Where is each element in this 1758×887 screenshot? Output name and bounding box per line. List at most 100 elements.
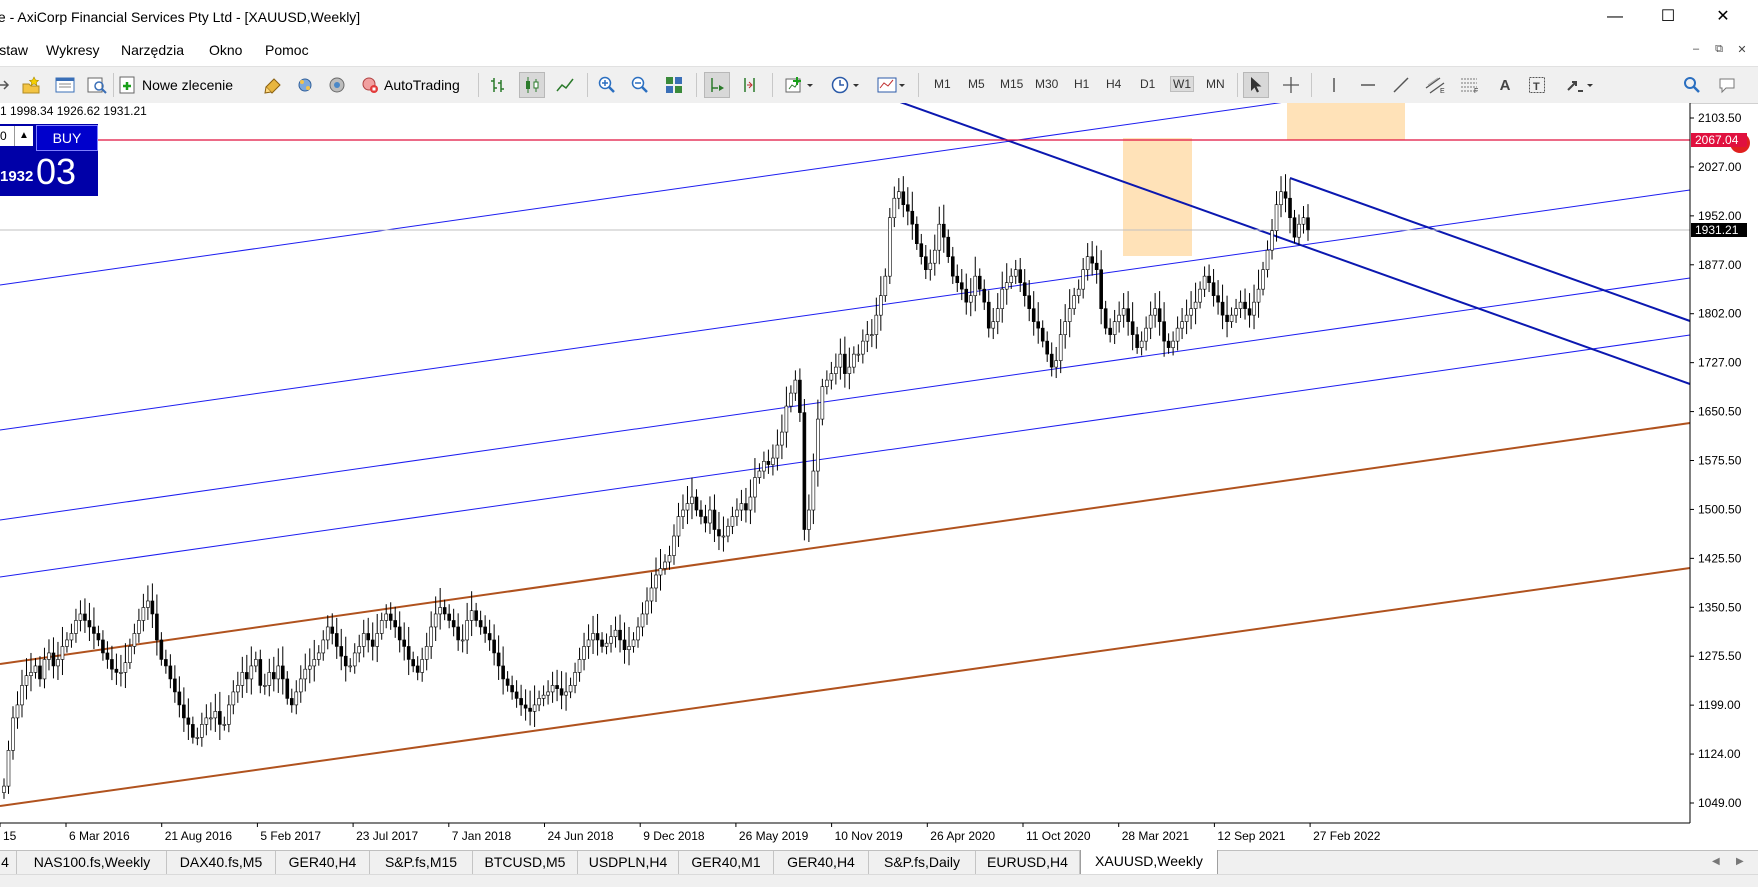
candle-body [397,626,402,641]
horizontal-line-icon[interactable] [1356,73,1380,97]
chart-tab[interactable]: S&P.fs,Daily [869,851,976,874]
lot-spinner-up-icon[interactable]: ▲ [14,126,33,146]
text-label-icon[interactable]: T [1525,73,1549,97]
fibonacci-icon[interactable]: F [1456,73,1484,97]
mdi-minimize-button[interactable]: – [1685,43,1707,55]
candle-body [92,626,96,634]
candle-body [1121,308,1126,316]
periods-clock-icon[interactable] [826,73,866,97]
crosshair-icon[interactable] [1279,73,1303,97]
candle-body [411,659,415,667]
arrows-menu-icon[interactable] [1560,73,1600,97]
chart-tab[interactable]: S&P.fs,M15 [370,851,473,874]
vertical-line-icon[interactable] [1322,73,1346,97]
menu-insert[interactable]: Wstaw [0,42,28,58]
chart-area[interactable]: 2103.50 2027.00 1952.00 1877.00 1802.00 1727.… [0,101,1758,850]
close-button[interactable]: ✕ [1700,4,1746,30]
chart-tab[interactable]: DAX40.fs,M5 [167,851,276,874]
equidistant-channel-icon[interactable]: E [1422,73,1450,97]
tile-windows-icon[interactable] [662,73,686,97]
mdi-close-button[interactable]: ✕ [1731,43,1753,56]
candle-body [330,626,335,634]
zoom-out-icon[interactable] [628,73,652,97]
price-label: 1575.50 [1698,454,1742,468]
chart-tab[interactable]: 4 [0,851,17,874]
tab-scroll-left-icon[interactable]: ◀ [1712,856,1720,867]
menu-help[interactable]: Pomoc [265,42,309,58]
signals-icon[interactable] [292,73,318,97]
candle-body [1148,314,1153,329]
chart-tab[interactable]: EURUSD,H4 [976,851,1080,874]
candle-body [1247,308,1252,316]
candle-body [451,620,456,628]
chart-tab[interactable]: GER40,M1 [679,851,774,874]
market-icon[interactable] [324,73,350,97]
menu-tools[interactable]: Narzędzia [121,42,184,58]
timeframe-w1[interactable]: W1 [1170,76,1194,92]
favorites-icon[interactable] [18,73,44,97]
line-chart-icon[interactable] [553,73,577,97]
price-chart[interactable]: 2103.50 2027.00 1952.00 1877.00 1802.00 1727.… [0,101,1758,850]
maximize-button[interactable]: ☐ [1645,4,1691,30]
candlestick-chart-icon[interactable] [519,72,545,98]
candle-body [622,639,627,650]
candle-body [1162,321,1166,342]
candle-body [852,353,856,368]
menu-window[interactable]: Okno [209,42,242,58]
timeframe-mn[interactable]: MN [1206,77,1225,91]
date-label: 7 Jan 2018 [452,829,512,843]
tab-scroll-right-icon[interactable]: ▶ [1736,856,1744,867]
candle-body [132,633,137,647]
mdi-restore-button[interactable]: ⧉ [1708,43,1730,56]
candle-body [595,633,600,641]
timeframe-d1[interactable]: D1 [1140,77,1155,91]
chart-tab[interactable]: GER40,H4 [276,851,370,874]
timeframe-h1[interactable]: H1 [1074,77,1089,91]
candle-body [618,629,622,641]
trendline-icon[interactable] [1389,73,1413,97]
candle-body [847,366,852,374]
timeframe-h4[interactable]: H4 [1106,77,1121,91]
candle-body [474,610,478,621]
timeframe-m5[interactable]: M5 [968,77,985,91]
timeframe-m15[interactable]: M15 [1000,77,1023,91]
autotrading-button[interactable]: AutoTrading [360,73,472,97]
new-order-button[interactable]: Nowe zlecenie [118,73,238,97]
candle-body [932,249,937,264]
timeframe-m30[interactable]: M30 [1035,77,1058,91]
data-window-icon[interactable] [84,73,110,97]
candle-body [110,659,114,670]
market-watch-icon[interactable] [52,73,78,97]
chart-tab[interactable]: BTCUSD,M5 [473,851,578,874]
minimize-button[interactable]: — [1592,4,1638,30]
indicators-icon[interactable] [780,73,820,97]
candle-body [1031,308,1036,322]
bar-chart-icon[interactable] [486,73,510,97]
search-icon[interactable] [1680,73,1704,97]
autoscroll-icon[interactable] [704,72,730,98]
candle-body [276,665,281,680]
chat-icon[interactable] [1716,73,1740,97]
candle-body [298,678,303,693]
candle-body [227,704,231,725]
candle-body [1027,295,1032,309]
candle-body [748,496,753,511]
buy-button[interactable]: BUY [36,125,98,151]
candle-body [1297,223,1301,238]
cursor-icon[interactable] [1243,72,1269,98]
chart-tab[interactable]: USDPLN,H4 [578,851,679,874]
text-tool-icon[interactable]: A [1493,73,1517,97]
arrow-icon[interactable] [0,73,12,97]
templates-icon[interactable] [872,73,912,97]
zoom-in-icon[interactable] [595,73,619,97]
candle-body [1049,353,1054,368]
timeframe-m1[interactable]: M1 [934,77,951,91]
chart-tab-active[interactable]: XAUUSD,Weekly [1080,850,1218,876]
chart-tab[interactable]: GER40,H4 [774,851,869,874]
metaeditor-icon[interactable] [260,73,286,97]
chart-shift-icon[interactable] [738,73,762,97]
menu-charts[interactable]: Wykresy [46,42,100,58]
chart-tab[interactable]: NAS100.fs,Weekly [18,851,167,874]
autotrading-label: AutoTrading [384,77,460,93]
candle-body [1112,321,1117,335]
